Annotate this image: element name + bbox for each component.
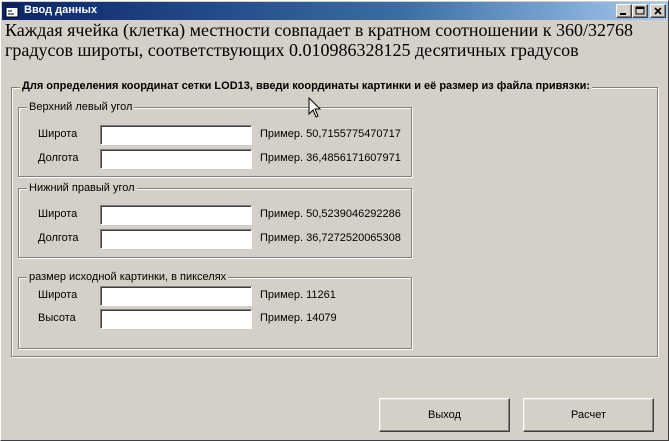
bottom-right-longitude-example: Пример. 36,7272520065308 (260, 232, 401, 244)
info-heading: Каждая ячейка (клетка) местности совпада… (5, 20, 633, 60)
title-bar[interactable]: Ввод данных (2, 2, 668, 20)
window-title: Ввод данных (24, 4, 98, 16)
image-width-label: Широта (38, 289, 78, 301)
top-left-latitude-example: Пример. 50,7155775470717 (260, 128, 401, 140)
top-left-longitude-input[interactable] (100, 149, 252, 169)
bottom-right-latitude-input[interactable] (100, 205, 252, 225)
image-height-input[interactable] (100, 309, 252, 329)
calculate-button[interactable]: Расчет (523, 398, 654, 432)
maximize-icon (635, 6, 645, 15)
image-width-input[interactable] (100, 286, 252, 306)
top-left-corner-legend: Верхний левый угол (27, 101, 135, 113)
minimize-button[interactable] (616, 4, 632, 18)
top-left-latitude-input[interactable] (100, 125, 252, 145)
mouse-cursor-icon (308, 96, 322, 119)
close-icon (654, 7, 662, 15)
bottom-right-longitude-label: Долгота (38, 232, 79, 244)
image-width-example: Пример. 11261 (260, 289, 336, 301)
image-height-example: Пример. 14079 (260, 312, 337, 324)
maximize-button[interactable] (632, 4, 648, 18)
input-dialog-window: Ввод данных Каждая ячейка (клетка) местн… (0, 0, 669, 441)
exit-button[interactable]: Выход (379, 398, 510, 432)
image-height-label: Высота (38, 312, 76, 324)
image-size-legend: размер исходной картинки, в пикселях (27, 271, 229, 283)
bottom-right-corner-legend: Нижний правый угол (27, 182, 137, 194)
bottom-right-latitude-example: Пример. 50,5239046292286 (260, 208, 401, 220)
app-form-icon (5, 4, 19, 18)
bottom-right-longitude-input[interactable] (100, 229, 252, 249)
coordinates-group-legend: Для определения координат сетки LOD13, в… (20, 80, 593, 92)
top-left-latitude-label: Широта (38, 128, 78, 140)
bottom-right-latitude-label: Широта (38, 208, 78, 220)
top-left-longitude-label: Долгота (38, 152, 79, 164)
close-button[interactable] (650, 4, 666, 18)
minimize-icon (620, 13, 626, 15)
top-left-longitude-example: Пример. 36,4856171607971 (260, 152, 401, 164)
